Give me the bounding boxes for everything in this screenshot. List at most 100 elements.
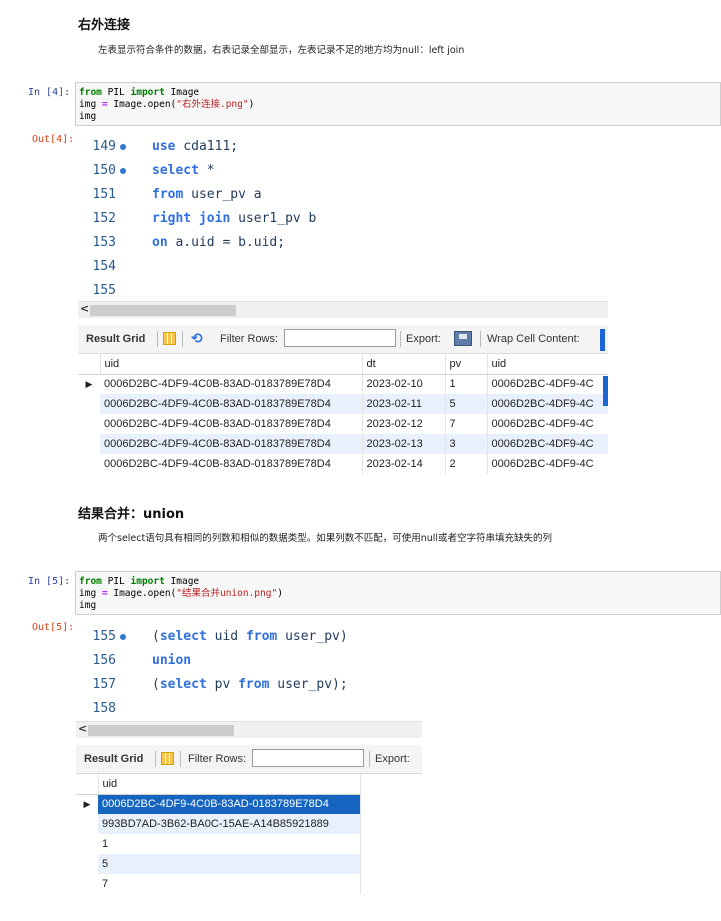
column-header[interactable]: uid xyxy=(487,354,608,375)
table-row[interactable]: 7 xyxy=(76,874,361,894)
table-cell[interactable]: 0006D2BC-4DF9-4C xyxy=(487,394,608,414)
table-cell[interactable]: 7 xyxy=(98,874,361,894)
sql-statement[interactable]: union xyxy=(152,653,191,668)
table-cell[interactable]: 0006D2BC-4DF9-4C0B-83AD-0183789E78D4 xyxy=(100,434,363,454)
line-number: 156 xyxy=(92,653,116,668)
editor-line: 150 select * xyxy=(78,159,608,183)
sql-keyword: use xyxy=(152,139,176,154)
table-row[interactable]: 0006D2BC-4DF9-4C0B-83AD-0183789E78D4 2023… xyxy=(78,454,608,474)
cell-4-output-prompt: Out[4]: xyxy=(32,134,75,145)
section-description-union: 两个select语句具有相同的列数和相似的数据类型。如果列数不匹配，可使用nul… xyxy=(98,533,553,544)
code-line-3: img xyxy=(79,600,97,611)
sql-text: pv xyxy=(206,677,239,692)
line-number: 155 xyxy=(92,283,116,298)
table-row[interactable]: 993BD7AD-3B62-BA0C-15AE-A14B85921889 xyxy=(76,814,361,834)
sql-statement[interactable]: on a.uid = b.uid; xyxy=(152,235,285,250)
table-cell[interactable]: 0006D2BC-4DF9-4C xyxy=(487,454,608,474)
table-cell[interactable]: 0006D2BC-4DF9-4C0B-83AD-0183789E78D4 xyxy=(100,374,363,394)
row-marker: ▶ xyxy=(78,374,100,394)
sql-statement[interactable]: right join user1_pv b xyxy=(152,211,316,226)
grid-view-icon[interactable] xyxy=(163,332,176,345)
table-row[interactable]: 0006D2BC-4DF9-4C0B-83AD-0183789E78D4 2023… xyxy=(78,394,608,414)
filter-rows-input[interactable] xyxy=(284,329,396,347)
editor-line: 157 (select pv from user_pv); xyxy=(78,673,422,697)
sql-text: ( xyxy=(152,677,160,692)
table-cell[interactable]: 0006D2BC-4DF9-4C0B-83AD-0183789E78D4 xyxy=(100,454,363,474)
column-header[interactable]: pv xyxy=(445,354,488,375)
filter-rows-input[interactable] xyxy=(252,749,364,767)
scroll-thumb[interactable] xyxy=(88,725,234,736)
table-row[interactable]: ▶ 0006D2BC-4DF9-4C0B-83AD-0183789E78D4 xyxy=(76,794,361,814)
table-cell[interactable]: 0006D2BC-4DF9-4C0B-83AD-0183789E78D4 xyxy=(98,794,361,814)
column-header[interactable]: uid xyxy=(100,354,363,375)
table-cell[interactable]: 3 xyxy=(445,434,488,454)
sql-text: * xyxy=(198,163,215,178)
horizontal-scrollbar[interactable]: < xyxy=(76,721,422,738)
result-grid-toolbar: Result Grid Filter Rows: Export: xyxy=(76,745,422,774)
result-grid-tab[interactable]: Result Grid xyxy=(86,333,145,345)
cell-4-code-input[interactable]: from PIL import Image img = Image.open("… xyxy=(75,82,721,126)
table-row[interactable]: 0006D2BC-4DF9-4C0B-83AD-0183789E78D4 2023… xyxy=(78,434,608,454)
sql-statement[interactable]: select * xyxy=(152,163,215,178)
sql-statement[interactable]: from user_pv a xyxy=(152,187,262,202)
result-grid-tab[interactable]: Result Grid xyxy=(84,753,143,765)
table-row[interactable]: 5 xyxy=(76,854,361,874)
table-cell[interactable]: 0006D2BC-4DF9-4C xyxy=(487,434,608,454)
current-row-icon: ▶ xyxy=(83,798,91,809)
scroll-left-icon[interactable]: < xyxy=(80,302,89,315)
section-heading-union: 结果合并：union xyxy=(78,507,185,522)
table-row[interactable]: ▶ 0006D2BC-4DF9-4C0B-83AD-0183789E78D4 202… xyxy=(78,374,608,394)
table-cell[interactable]: 0006D2BC-4DF9-4C0B-83AD-0183789E78D4 xyxy=(100,414,363,434)
line-number: 157 xyxy=(92,677,116,692)
table-cell[interactable]: 0006D2BC-4DF9-4C0B-83AD-0183789E78D4 xyxy=(100,394,363,414)
scroll-thumb[interactable] xyxy=(90,305,236,316)
sql-keyword: union xyxy=(152,653,192,668)
table-cell[interactable]: 2023-02-10 xyxy=(362,374,446,394)
line-number: 155 xyxy=(92,629,116,644)
grid-view-icon[interactable] xyxy=(161,752,174,765)
table-cell[interactable]: 993BD7AD-3B62-BA0C-15AE-A14B85921889 xyxy=(98,814,361,834)
toolbar-divider xyxy=(400,331,401,347)
editor-line: 156 union xyxy=(78,649,422,673)
refresh-icon[interactable]: ⟲ xyxy=(191,331,203,347)
column-header[interactable]: dt xyxy=(362,354,446,375)
column-header[interactable]: uid xyxy=(98,774,361,795)
scroll-left-icon[interactable]: < xyxy=(78,722,87,735)
output-image-union: 155 (select uid from user_pv) 156 union 157 (… xyxy=(76,622,422,898)
table-cell[interactable]: 1 xyxy=(98,834,361,854)
code-line-2: img = Image.open("右外连接.png") xyxy=(79,99,255,110)
editor-line: 152 right join user1_pv b xyxy=(78,207,608,231)
table-row[interactable]: 1 xyxy=(76,834,361,854)
toolbar-divider xyxy=(180,751,181,767)
table-row[interactable]: 0006D2BC-4DF9-4C0B-83AD-0183789E78D4 2023… xyxy=(78,414,608,434)
toolbar-divider xyxy=(155,751,156,767)
table-cell[interactable]: 0006D2BC-4DF9-4C xyxy=(487,414,608,434)
table-cell[interactable]: 2023-02-13 xyxy=(362,434,446,454)
table-cell[interactable]: 1 xyxy=(445,374,488,394)
row-marker: ▶ xyxy=(76,794,98,814)
table-header-row: uid xyxy=(76,774,361,795)
sql-keyword: select xyxy=(152,163,199,178)
sql-statement[interactable]: (select pv from user_pv); xyxy=(152,677,348,692)
sql-keyword: on xyxy=(152,235,168,250)
table-cell[interactable]: 2023-02-12 xyxy=(362,414,446,434)
row-marker-header xyxy=(76,774,99,795)
row-marker xyxy=(76,834,98,854)
horizontal-scrollbar[interactable]: < xyxy=(78,301,608,318)
sql-statement[interactable]: use cda111; xyxy=(152,139,238,154)
table-cell[interactable]: 2023-02-14 xyxy=(362,454,446,474)
table-cell[interactable]: 7 xyxy=(445,414,488,434)
table-cell[interactable]: 5 xyxy=(98,854,361,874)
sql-statement[interactable]: (select uid from user_pv) xyxy=(152,629,348,644)
table-cell[interactable]: 2023-02-11 xyxy=(362,394,446,414)
table-cell[interactable]: 5 xyxy=(445,394,488,414)
cell-5-code-input[interactable]: from PIL import Image img = Image.open("… xyxy=(75,571,721,615)
row-marker xyxy=(78,454,100,474)
filter-rows-label: Filter Rows: xyxy=(220,333,279,345)
table-cell[interactable]: 0006D2BC-4DF9-4C xyxy=(487,374,608,394)
export-icon[interactable] xyxy=(454,331,472,346)
table-header-row: uid dt pv uid xyxy=(78,354,608,375)
toolbar-divider xyxy=(480,331,481,347)
sql-keyword: right join xyxy=(152,211,231,226)
table-cell[interactable]: 2 xyxy=(445,454,488,474)
